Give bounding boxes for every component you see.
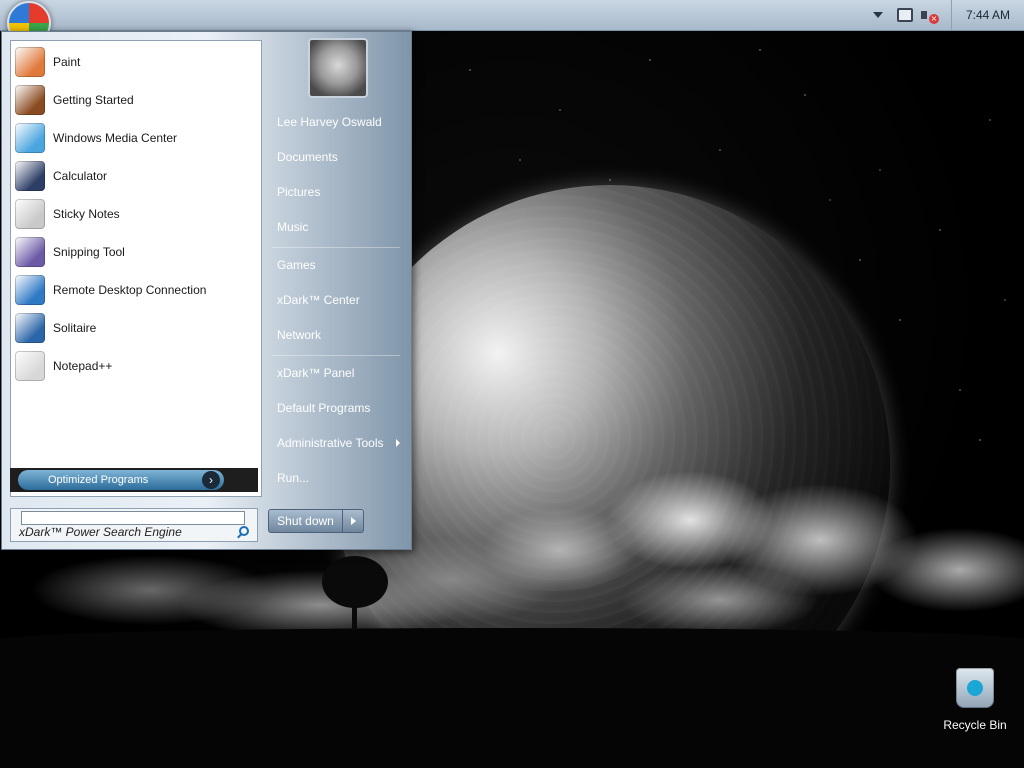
show-hidden-icons-icon[interactable] [873, 12, 883, 18]
administrative-tools-label: Administrative Tools [277, 436, 384, 450]
pinned-programs-list: Paint Getting Started Windows Media Cent… [10, 40, 262, 497]
shutdown-options-arrow-icon[interactable] [343, 510, 363, 532]
search-panel: xDark™ Power Search Engine [10, 508, 258, 542]
optimized-programs-button[interactable]: Optimized Programs › [18, 470, 224, 490]
speaker-icon [921, 11, 927, 19]
user-name-link[interactable]: Lee Harvey Oswald [272, 108, 404, 136]
program-item-snipping-tool[interactable]: Snipping Tool [15, 235, 255, 269]
program-label: Sticky Notes [53, 207, 120, 221]
right-item-music[interactable]: Music [272, 213, 404, 241]
search-placeholder[interactable]: xDark™ Power Search Engine [19, 525, 182, 539]
paint-icon [15, 47, 45, 77]
right-item-default-programs[interactable]: Default Programs [272, 394, 404, 422]
system-tray: × 7:44 AM [873, 0, 1024, 30]
shutdown-button[interactable]: Shut down [269, 510, 343, 532]
recycle-bin-icon [956, 668, 994, 708]
menu-divider [272, 247, 400, 248]
right-item-pictures[interactable]: Pictures [272, 178, 404, 206]
optimized-programs-label: Optimized Programs [48, 474, 149, 486]
right-item-network[interactable]: Network [272, 321, 404, 349]
search-icon[interactable] [239, 526, 249, 536]
taskbar-clock[interactable]: 7:44 AM [951, 0, 1024, 30]
volume-muted-icon[interactable]: × [921, 8, 939, 24]
user-avatar[interactable] [308, 38, 368, 98]
search-input[interactable] [21, 511, 245, 525]
snipping-tool-icon [15, 237, 45, 267]
program-item-remote-desktop[interactable]: Remote Desktop Connection [15, 273, 255, 307]
program-item-calculator[interactable]: Calculator [15, 159, 255, 193]
notepad-plus-plus-icon [15, 351, 45, 381]
program-label: Getting Started [53, 93, 134, 107]
program-label: Notepad++ [53, 359, 113, 373]
network-icon[interactable] [897, 8, 913, 22]
program-label: Snipping Tool [53, 245, 125, 259]
program-item-notepad-plus-plus[interactable]: Notepad++ [15, 349, 255, 383]
shutdown-control: Shut down [268, 509, 364, 533]
submenu-arrow-icon [396, 439, 400, 447]
media-center-icon [15, 123, 45, 153]
program-label: Windows Media Center [53, 131, 178, 145]
start-menu: Paint Getting Started Windows Media Cent… [1, 31, 412, 550]
sticky-notes-icon [15, 199, 45, 229]
right-item-xdark-center[interactable]: xDark™ Center [272, 286, 404, 314]
recycle-bin-shortcut[interactable]: Recycle Bin [934, 664, 1016, 738]
program-label: Solitaire [53, 321, 97, 335]
calculator-icon [15, 161, 45, 191]
right-item-documents[interactable]: Documents [272, 143, 404, 171]
program-item-solitaire[interactable]: Solitaire [15, 311, 255, 345]
remote-desktop-icon [15, 275, 45, 305]
program-label: Calculator [53, 169, 108, 183]
desktop: × 7:44 AM Paint Getting Started Windows … [0, 0, 1024, 768]
program-label: Paint [53, 55, 81, 69]
right-item-run[interactable]: Run... [272, 464, 404, 492]
program-item-sticky-notes[interactable]: Sticky Notes [15, 197, 255, 231]
recycle-bin-label: Recycle Bin [943, 718, 1007, 732]
getting-started-icon [15, 85, 45, 115]
program-label: Remote Desktop Connection [53, 283, 207, 297]
right-item-xdark-panel[interactable]: xDark™ Panel [272, 359, 404, 387]
solitaire-icon [15, 313, 45, 343]
program-item-paint[interactable]: Paint [15, 45, 255, 79]
right-item-games[interactable]: Games [272, 251, 404, 279]
program-item-windows-media-center[interactable]: Windows Media Center [15, 121, 255, 155]
taskbar: × 7:44 AM [0, 0, 1024, 45]
optimized-programs-bar: Optimized Programs › [10, 468, 258, 492]
mute-x-icon: × [929, 14, 939, 24]
wallpaper-tree-trunk [352, 596, 357, 630]
wallpaper-ground [0, 628, 1024, 768]
chevron-right-icon: › [202, 471, 220, 489]
right-item-administrative-tools[interactable]: Administrative Tools [272, 429, 404, 457]
menu-divider [272, 355, 400, 356]
program-item-getting-started[interactable]: Getting Started [15, 83, 255, 117]
